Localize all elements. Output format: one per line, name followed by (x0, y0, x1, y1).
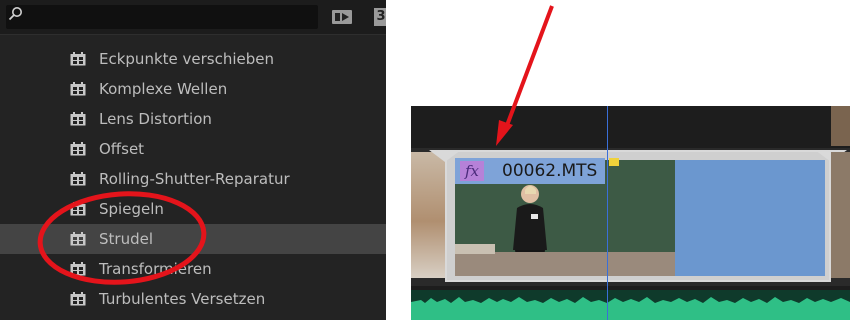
clip-name: 00062.MTS (502, 161, 598, 181)
accelerated-effects-icon[interactable] (331, 8, 353, 26)
effect-preset-icon (70, 112, 86, 126)
effect-preset-icon (70, 172, 86, 186)
timeline-panel: fx 00062.MTS (411, 106, 850, 320)
effect-preset-icon (70, 232, 86, 246)
effect-preset-icon (70, 292, 86, 306)
effect-item-transformieren[interactable]: Transformieren (0, 254, 386, 284)
audio-track (411, 290, 850, 320)
effect-label: Lens Distortion (99, 110, 212, 128)
effect-label: Eckpunkte verschieben (99, 50, 275, 68)
effect-item-eckpunkte[interactable]: Eckpunkte verschieben (0, 44, 386, 74)
effect-preset-icon (70, 52, 86, 66)
effect-item-lens-distortion[interactable]: Lens Distortion (0, 104, 386, 134)
search-icon (8, 7, 22, 21)
effect-preset-icon (70, 82, 86, 96)
effect-item-rolling-shutter[interactable]: Rolling-Shutter-Reparatur (0, 164, 386, 194)
fx-badge[interactable]: fx (460, 161, 484, 181)
toolbar-badge[interactable]: 3 (374, 8, 386, 26)
effect-item-strudel[interactable]: Strudel (0, 224, 386, 254)
search-bar: 3 (0, 0, 386, 35)
effect-preset-icon (70, 142, 86, 156)
effect-item-komplexe-wellen[interactable]: Komplexe Wellen (0, 74, 386, 104)
effect-label: Transformieren (99, 260, 212, 278)
effect-label: Komplexe Wellen (99, 80, 228, 98)
table (455, 244, 495, 254)
effects-list: Eckpunkte verschieben Komplexe Wellen Le… (0, 44, 386, 314)
effect-item-spiegeln[interactable]: Spiegeln (0, 194, 386, 224)
effects-panel: 3 Eckpunkte verschieben Komplexe Wellen (0, 0, 386, 320)
effect-label: Rolling-Shutter-Reparatur (99, 170, 290, 188)
effect-preset-icon (70, 262, 86, 276)
effect-item-offset[interactable]: Offset (0, 134, 386, 164)
floor (455, 252, 675, 276)
search-input[interactable] (6, 5, 318, 29)
previous-clip[interactable] (411, 152, 445, 278)
effect-label: Strudel (99, 230, 153, 248)
effect-label: Offset (99, 140, 145, 158)
effect-label: Spiegeln (99, 200, 164, 218)
audio-waveform (411, 297, 850, 320)
next-clip[interactable] (831, 152, 850, 278)
clip-empty-region (675, 160, 825, 276)
playhead[interactable] (607, 106, 608, 320)
clip-marker[interactable] (609, 158, 619, 166)
clip-thumbnail (831, 106, 850, 146)
effect-label: Turbulentes Versetzen (99, 290, 266, 308)
effect-preset-icon (70, 202, 86, 216)
effect-item-turbulentes-versetzen[interactable]: Turbulentes Versetzen (0, 284, 386, 314)
